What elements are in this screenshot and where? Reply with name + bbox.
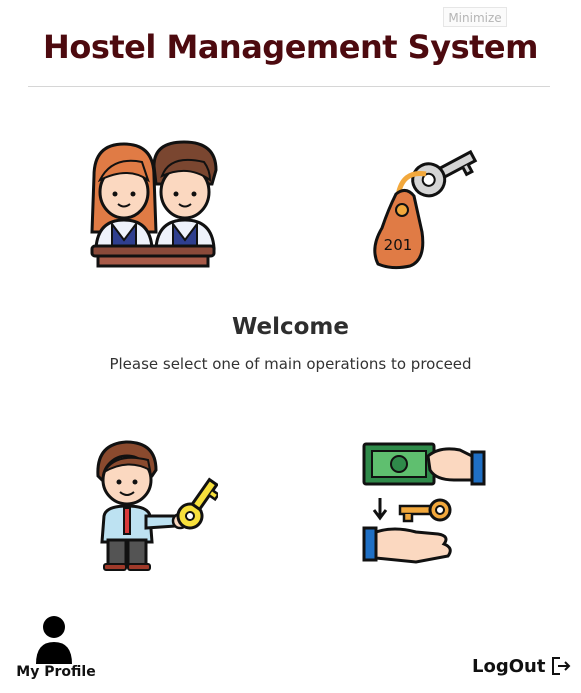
minimize-button[interactable]: Minimize <box>443 7 507 27</box>
logout-icon <box>552 657 571 675</box>
allocation-tile[interactable] <box>92 436 218 572</box>
logout-label: LogOut <box>472 655 546 677</box>
room-key-tile[interactable]: 201 <box>368 136 480 272</box>
welcome-heading: Welcome <box>231 314 350 340</box>
welcome-subtitle: Please select one of main operations to … <box>109 355 472 373</box>
students-icon <box>90 140 218 268</box>
room-key-tag-icon: 201 <box>373 149 478 270</box>
payment-exchange-icon <box>362 442 486 564</box>
logout-button[interactable]: LogOut <box>472 652 571 680</box>
staff-with-key-icon <box>96 440 218 571</box>
my-profile-button[interactable]: My Profile <box>14 614 98 684</box>
students-tile[interactable] <box>84 136 220 272</box>
header-divider <box>28 86 550 87</box>
page-title: Hostel Management System <box>43 28 538 66</box>
user-icon <box>36 616 72 664</box>
my-profile-label: My Profile <box>16 664 96 680</box>
payment-tile[interactable] <box>360 436 488 572</box>
room-tag-number: 201 <box>384 236 413 254</box>
